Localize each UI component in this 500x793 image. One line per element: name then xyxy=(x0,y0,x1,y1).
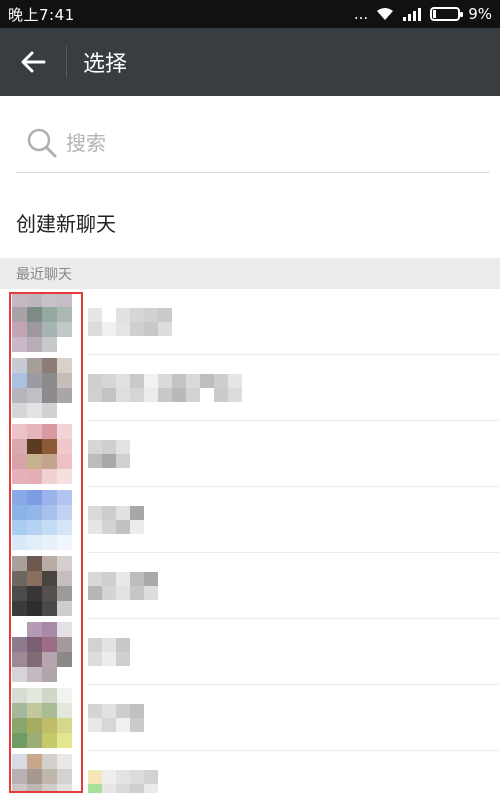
avatar xyxy=(12,358,72,418)
avatar xyxy=(12,622,72,682)
title-divider xyxy=(66,46,67,78)
avatar xyxy=(12,424,72,484)
search-icon xyxy=(27,128,57,157)
battery-icon xyxy=(430,7,464,21)
avatar xyxy=(12,292,72,352)
avatar xyxy=(12,490,72,550)
blurred-chat-name xyxy=(88,704,144,732)
blurred-chat-name xyxy=(88,770,158,793)
create-new-chat-label: 创建新聊天 xyxy=(16,211,116,236)
back-button[interactable] xyxy=(0,28,66,96)
create-new-chat-button[interactable]: 创建新聊天 xyxy=(0,190,500,254)
blurred-chat-name xyxy=(88,374,242,402)
blurred-chat-name xyxy=(88,506,144,534)
blurred-chat-name xyxy=(88,572,158,600)
avatar xyxy=(12,688,72,748)
chat-row[interactable] xyxy=(0,751,500,793)
page-title: 选择 xyxy=(83,52,128,77)
arrow-left-icon xyxy=(21,51,46,73)
chat-row[interactable] xyxy=(0,619,500,685)
search-bar[interactable] xyxy=(16,113,490,173)
avatar xyxy=(12,556,72,616)
chat-row[interactable] xyxy=(0,487,500,553)
wifi-icon xyxy=(377,8,394,20)
status-indicators: ... 9% xyxy=(354,5,492,23)
battery-level: 9% xyxy=(468,5,492,23)
signal-icon xyxy=(403,8,422,21)
chat-row[interactable] xyxy=(0,355,500,421)
app-bar: 选择 xyxy=(0,28,500,96)
blurred-chat-name xyxy=(88,440,130,468)
blurred-chat-name xyxy=(88,308,172,336)
chat-row[interactable] xyxy=(0,421,500,487)
chat-row[interactable] xyxy=(0,553,500,619)
status-time: 晚上7:41 xyxy=(8,5,75,24)
status-bar: 晚上7:41 ... 9% xyxy=(0,0,500,28)
search-input[interactable] xyxy=(66,130,446,155)
recent-chats-label: 最近聊天 xyxy=(16,266,72,283)
chat-row[interactable] xyxy=(0,289,500,355)
status-dots: ... xyxy=(353,5,369,23)
chat-row[interactable] xyxy=(0,685,500,751)
avatar xyxy=(12,754,72,793)
blurred-chat-name xyxy=(88,638,130,666)
recent-chat-list xyxy=(0,289,500,793)
recent-chats-header: 最近聊天 xyxy=(0,258,500,289)
